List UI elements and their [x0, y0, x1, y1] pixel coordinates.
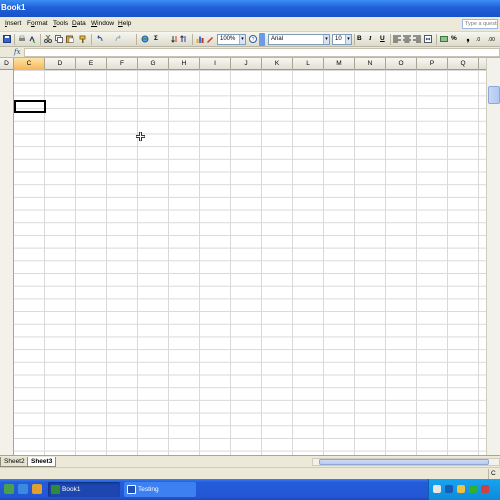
help-icon[interactable]: ?: [249, 35, 257, 43]
horizontal-scrollbar[interactable]: [312, 458, 500, 466]
excel-icon: [51, 485, 60, 494]
print-icon[interactable]: [18, 35, 26, 43]
taskbar-button-book1[interactable]: Book1: [48, 482, 120, 497]
column-header-f[interactable]: F: [107, 58, 138, 70]
menu-window[interactable]: Window: [91, 20, 114, 27]
column-header-c[interactable]: C: [14, 58, 45, 70]
tray-icon-4[interactable]: [469, 485, 477, 493]
browser-quicklaunch-icon[interactable]: [18, 484, 28, 494]
help-question-input[interactable]: Type a question: [462, 19, 498, 29]
bold-button[interactable]: B: [357, 35, 362, 42]
title-bar: Book1: [0, 0, 500, 17]
sheet-tab-sheet2[interactable]: Sheet2: [0, 457, 29, 467]
svg-text:.0: .0: [476, 37, 480, 43]
worksheet-grid[interactable]: [0, 70, 486, 455]
column-header-e[interactable]: E: [76, 58, 107, 70]
column-header-l[interactable]: L: [293, 58, 324, 70]
row-headers[interactable]: [0, 70, 14, 455]
italic-button[interactable]: I: [369, 35, 372, 42]
vertical-scrollbar[interactable]: [486, 58, 500, 455]
media-quicklaunch-icon[interactable]: [32, 484, 42, 494]
window-title: Book1: [1, 3, 26, 12]
desktop-quicklaunch-icon[interactable]: [4, 484, 14, 494]
sort-ascending-icon[interactable]: [171, 35, 179, 43]
merge-center-icon[interactable]: [424, 35, 432, 43]
column-header-o[interactable]: O: [386, 58, 417, 70]
system-tray: [428, 479, 500, 500]
align-right-icon[interactable]: [413, 35, 421, 43]
column-header-m[interactable]: M: [324, 58, 355, 70]
formula-bar: fx: [0, 47, 500, 58]
sheet-tab-bar: Sheet2 Sheet3: [0, 455, 500, 467]
undo-icon[interactable]: [96, 35, 104, 43]
zoom-combo[interactable]: 100% ▾: [217, 34, 246, 45]
cut-icon[interactable]: [44, 35, 52, 43]
copy-icon[interactable]: [55, 35, 63, 43]
column-headers: DCDEFGHIJKLMNOPQR: [0, 58, 500, 70]
toolbar-options-chevron[interactable]: [259, 33, 265, 46]
menu-help[interactable]: Help: [118, 20, 131, 27]
autosum-icon[interactable]: Σ: [154, 35, 158, 42]
svg-text:.00: .00: [488, 37, 495, 43]
menu-insert[interactable]: Insert: [5, 20, 21, 27]
menu-data[interactable]: Data: [72, 20, 86, 27]
align-left-icon[interactable]: [393, 35, 401, 43]
redo-icon[interactable]: [114, 35, 122, 43]
column-header-n[interactable]: N: [355, 58, 386, 70]
status-indicator: C: [488, 469, 500, 479]
fx-icon[interactable]: fx: [14, 48, 21, 56]
tray-icon-5[interactable]: [481, 485, 489, 493]
column-header-i[interactable]: I: [200, 58, 231, 70]
document-icon: [127, 485, 136, 494]
decrease-decimal-icon[interactable]: .00: [488, 35, 496, 43]
taskbar-button-testing[interactable]: Testing: [124, 482, 196, 497]
menu-tools[interactable]: Tools: [53, 20, 68, 27]
active-cell[interactable]: [14, 100, 46, 113]
tray-icon-3[interactable]: [457, 485, 465, 493]
align-center-icon[interactable]: [403, 35, 411, 43]
standard-formatting-toolbar: Σ 100% ▾ ? Arial ▾ 10 ▾ B I U % .0 .00: [0, 32, 500, 47]
font-size-combo[interactable]: 10 ▾: [332, 34, 352, 45]
hyperlink-icon[interactable]: [141, 35, 149, 43]
spelling-icon[interactable]: [29, 35, 37, 43]
drawing-icon[interactable]: [206, 35, 214, 43]
paste-icon[interactable]: [66, 35, 74, 43]
tray-icon-2[interactable]: [445, 485, 453, 493]
formula-input[interactable]: [24, 48, 500, 57]
font-name-combo[interactable]: Arial ▾: [268, 34, 330, 45]
vertical-scroll-thumb[interactable]: [488, 86, 500, 104]
currency-icon[interactable]: [440, 35, 448, 43]
column-header-h[interactable]: H: [169, 58, 200, 70]
column-header-d[interactable]: D: [45, 58, 76, 70]
tray-icon-1[interactable]: [433, 485, 441, 493]
cell-cursor-icon: [136, 132, 145, 141]
save-icon[interactable]: [3, 35, 11, 43]
column-header-p[interactable]: P: [417, 58, 448, 70]
column-header-q[interactable]: Q: [448, 58, 479, 70]
percent-style-button[interactable]: %: [451, 35, 457, 42]
column-header-j[interactable]: J: [231, 58, 262, 70]
column-header-k[interactable]: K: [262, 58, 293, 70]
chart-wizard-icon[interactable]: [196, 35, 204, 43]
windows-taskbar: Book1 Testing: [0, 479, 500, 500]
horizontal-scroll-thumb[interactable]: [319, 459, 489, 465]
svg-text:?: ?: [252, 37, 255, 43]
menu-bar: Insert Format Tools Data Window Help Typ…: [0, 17, 500, 32]
column-header-g[interactable]: G: [138, 58, 169, 70]
sort-descending-icon[interactable]: [180, 35, 188, 43]
column-header-d[interactable]: D: [0, 58, 14, 70]
sheet-tab-sheet3[interactable]: Sheet3: [27, 457, 57, 467]
status-bar: C: [0, 467, 500, 479]
underline-button[interactable]: U: [380, 35, 385, 42]
increase-decimal-icon[interactable]: .0: [476, 35, 484, 43]
comma-style-icon[interactable]: [464, 35, 472, 43]
menu-format[interactable]: Format: [27, 20, 48, 27]
format-painter-icon[interactable]: [79, 35, 87, 43]
